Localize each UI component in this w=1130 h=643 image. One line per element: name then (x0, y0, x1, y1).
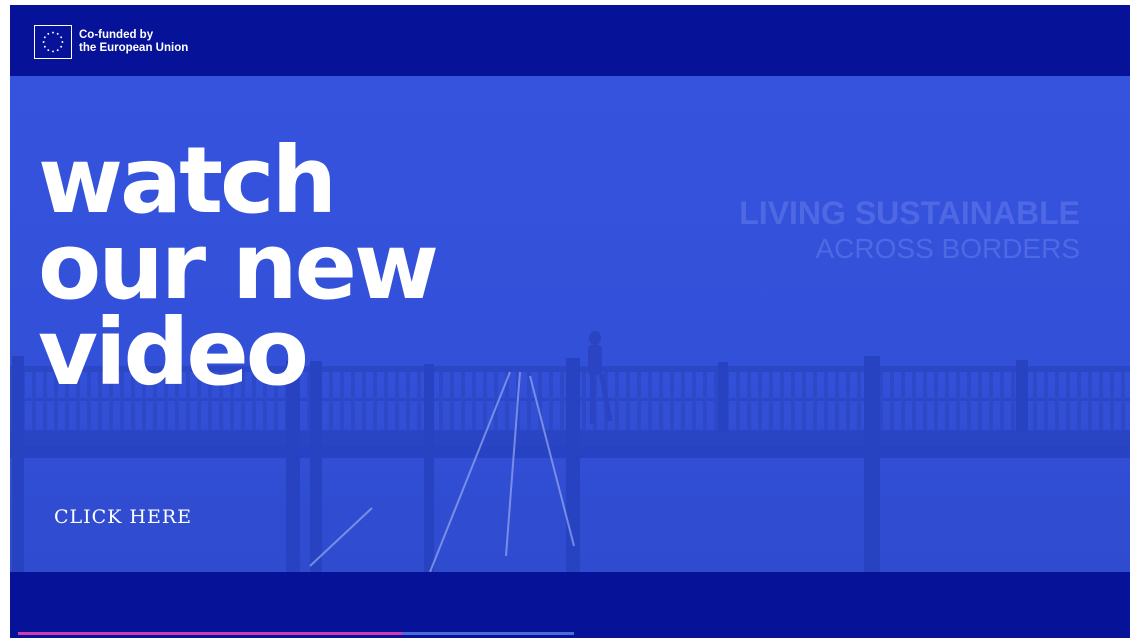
campaign-title-line-1: LIVING SUSTAINABLE (739, 195, 1080, 231)
eu-logo: Co-funded by the European Union (34, 25, 188, 59)
player-control-bar (10, 572, 1130, 638)
click-here-link[interactable]: CLICK HERE (54, 506, 192, 528)
headline-line-2: our new (38, 213, 439, 320)
headline-line-3: video (38, 299, 309, 406)
progress-track[interactable] (18, 632, 574, 635)
progress-fill (18, 632, 402, 635)
eu-funding-label: Co-funded by the European Union (79, 29, 188, 55)
eu-funding-line-1: Co-funded by (79, 29, 154, 41)
headline: watch our new video (38, 127, 439, 406)
headline-line-1: watch (38, 127, 337, 234)
eu-flag-icon (34, 25, 72, 59)
eu-funding-line-2: the European Union (79, 42, 189, 54)
video-frame: Co-funded by the European Union watch ou… (10, 5, 1130, 638)
video-thumbnail[interactable]: watch our new video CLICK HERE LIVING SU… (10, 76, 1130, 572)
top-banner: Co-funded by the European Union (10, 5, 1130, 76)
campaign-title: LIVING SUSTAINABLE ACROSS BORDERS (739, 194, 1080, 266)
campaign-title-line-2: ACROSS BORDERS (815, 233, 1081, 264)
